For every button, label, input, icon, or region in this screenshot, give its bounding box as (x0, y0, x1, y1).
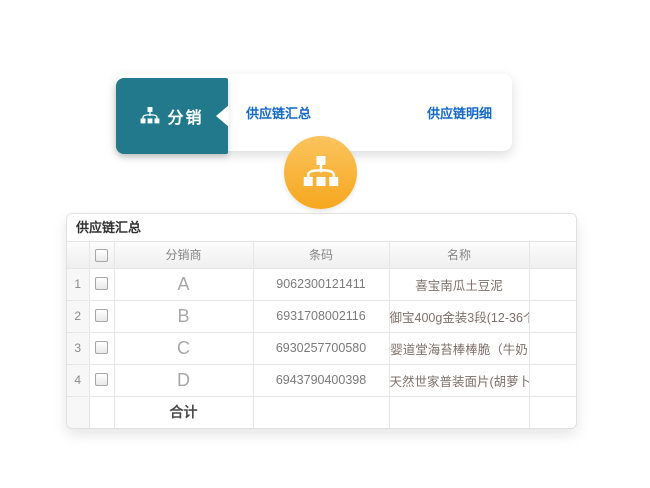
header-distributor: 分销商 (114, 242, 254, 269)
row-checkbox[interactable] (95, 373, 108, 387)
row-checkbox[interactable] (95, 341, 108, 355)
sitemap-icon (140, 107, 160, 125)
checkbox-cell (89, 300, 115, 333)
footer-extra-cell (529, 396, 576, 428)
distributor-cell: C (114, 332, 254, 365)
supply-chain-summary-panel: 供应链汇总 分销商 条码 名称 1 A 9062300121411 喜宝南瓜土豆… (66, 213, 577, 429)
header-name: 名称 (389, 242, 530, 269)
footer-name-cell (389, 396, 530, 428)
header-checkbox-cell (89, 242, 115, 269)
name-cell: 御宝400g金装3段(12-36个 (389, 300, 530, 333)
distributor-cell: D (114, 364, 254, 397)
row-index: 2 (67, 300, 90, 333)
panel-title: 供应链汇总 (67, 214, 576, 242)
table-row: 2 B 6931708002116 御宝400g金装3段(12-36个 (67, 300, 576, 333)
footer-barcode-cell (253, 396, 390, 428)
total-label: 合计 (114, 396, 254, 428)
barcode-cell: 9062300121411 (253, 268, 390, 301)
tab-supply-chain-summary[interactable]: 供应链汇总 (246, 103, 311, 122)
checkbox-cell (89, 364, 115, 397)
header-row-number (67, 242, 90, 269)
table-row: 1 A 9062300121411 喜宝南瓜土豆泥 (67, 268, 576, 301)
select-all-checkbox[interactable] (95, 248, 108, 262)
table-row: 3 C 6930257700580 婴道堂海苔棒棒脆（牛奶 (67, 332, 576, 365)
name-cell: 婴道堂海苔棒棒脆（牛奶 (389, 332, 530, 365)
table-row: 4 D 6943790400398 天然世家普装面片(胡萝卜 (67, 364, 576, 397)
name-cell: 喜宝南瓜土豆泥 (389, 268, 530, 301)
distributor-cell: A (114, 268, 254, 301)
supply-chain-summary-table: 分销商 条码 名称 1 A 9062300121411 喜宝南瓜土豆泥 2 B … (67, 242, 576, 428)
barcode-cell: 6930257700580 (253, 332, 390, 365)
extra-cell (529, 364, 576, 397)
row-index: 1 (67, 268, 90, 301)
extra-cell (529, 332, 576, 365)
row-index: 4 (67, 364, 90, 397)
page: 供应链汇总 供应链明细 分销 供应链汇总 分销商 条码 名称 1 A 90623… (0, 0, 650, 488)
barcode-cell: 6931708002116 (253, 300, 390, 333)
extra-cell (529, 300, 576, 333)
header-extra (529, 242, 576, 269)
sitemap-icon (303, 156, 339, 189)
name-cell: 天然世家普装面片(胡萝卜 (389, 364, 530, 397)
checkbox-cell (89, 332, 115, 365)
sitemap-badge (284, 136, 357, 209)
checkbox-cell (89, 268, 115, 301)
row-checkbox[interactable] (95, 277, 108, 291)
tab-notch (216, 105, 229, 127)
header-barcode: 条码 (253, 242, 390, 269)
tab-distribution-active[interactable]: 分销 (116, 78, 229, 154)
table-header-row: 分销商 条码 名称 (67, 242, 576, 269)
footer-index-cell (67, 396, 90, 428)
row-checkbox[interactable] (95, 309, 108, 323)
footer-checkbox-cell (89, 396, 115, 428)
distributor-cell: B (114, 300, 254, 333)
tab-supply-chain-detail[interactable]: 供应链明细 (427, 103, 492, 122)
table-footer-row: 合计 (67, 396, 576, 428)
extra-cell (529, 268, 576, 301)
tab-distribution-label: 分销 (167, 110, 204, 127)
row-index: 3 (67, 332, 90, 365)
barcode-cell: 6943790400398 (253, 364, 390, 397)
